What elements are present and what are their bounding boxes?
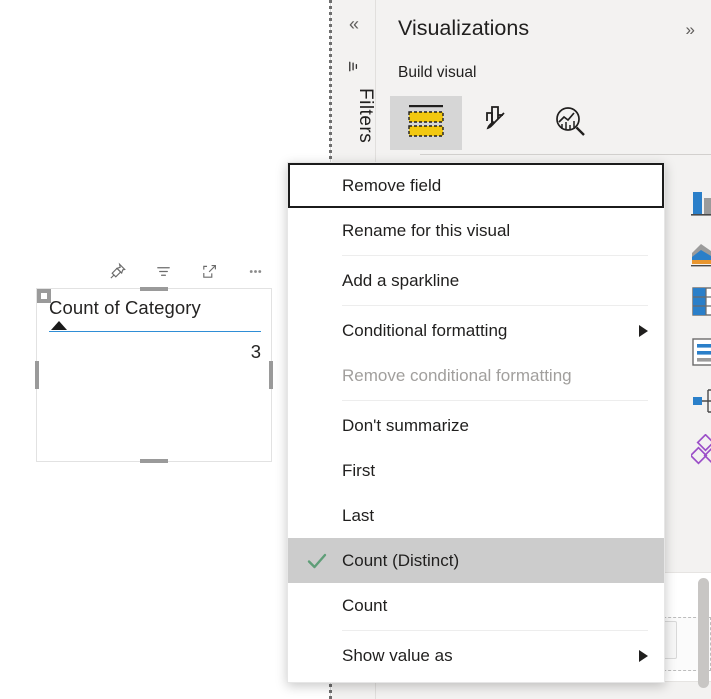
resize-handle-right[interactable] xyxy=(269,361,273,389)
tab-analytics[interactable] xyxy=(534,96,606,150)
field-context-menu[interactable]: Remove field Rename for this visual Add a … xyxy=(287,162,665,683)
resize-handle-bottom-right[interactable] xyxy=(37,289,51,303)
visual-header-toolbar[interactable] xyxy=(96,256,276,286)
viz-type-card[interactable] xyxy=(691,332,711,372)
page-title: Visualizations xyxy=(398,16,529,41)
menu-item-label: Add a sparkline xyxy=(342,271,459,291)
menu-item-don-t-summarize[interactable]: Don't summarize xyxy=(288,403,664,448)
table-cell-value: 3 xyxy=(49,341,261,363)
menu-item-label: Conditional formatting xyxy=(342,321,507,341)
menu-item-remove-field[interactable]: Remove field xyxy=(288,163,664,208)
menu-separator xyxy=(342,400,648,401)
build-visual-label: Build visual xyxy=(398,64,476,82)
menu-item-label: Rename for this visual xyxy=(342,221,510,241)
menu-item-first[interactable]: First xyxy=(288,448,664,493)
tab-strip-divider xyxy=(420,154,711,155)
pin-icon[interactable] xyxy=(104,258,130,284)
scrollbar-thumb[interactable] xyxy=(698,578,709,688)
menu-item-conditional-formatting[interactable]: Conditional formatting xyxy=(288,308,664,353)
filter-icon xyxy=(332,58,376,75)
filter-icon[interactable] xyxy=(150,258,176,284)
table-visual-content: Count of Category 3 xyxy=(49,297,261,363)
menu-item-label: Last xyxy=(342,506,374,526)
sort-ascending-icon[interactable] xyxy=(51,321,67,330)
report-canvas[interactable]: Count of Category 3 xyxy=(0,0,331,699)
visual-type-gallery[interactable] xyxy=(691,182,711,472)
viz-type-area-chart[interactable] xyxy=(691,232,711,272)
menu-item-count[interactable]: Count xyxy=(288,583,664,628)
menu-item-last[interactable]: Last xyxy=(288,493,664,538)
fields-table-icon xyxy=(404,100,448,147)
menu-separator xyxy=(342,305,648,306)
resize-handle-left[interactable] xyxy=(35,361,39,389)
table-column-header[interactable]: Count of Category xyxy=(49,297,261,319)
visualizations-tab-strip[interactable] xyxy=(390,92,710,154)
paintbrush-icon xyxy=(478,101,518,146)
check-icon xyxy=(306,551,328,571)
menu-item-add-a-sparkline[interactable]: Add a sparkline xyxy=(288,258,664,303)
menu-item-label: Count (Distinct) xyxy=(342,551,459,571)
viz-type-decomposition-tree[interactable] xyxy=(691,382,711,422)
menu-item-count-distinct[interactable]: Count (Distinct) xyxy=(288,538,664,583)
submenu-arrow-icon xyxy=(639,650,648,662)
menu-item-label: First xyxy=(342,461,375,481)
menu-item-label: Don't summarize xyxy=(342,416,469,436)
viz-type-clustered-column-chart[interactable] xyxy=(691,182,711,222)
menu-separator xyxy=(342,630,648,631)
menu-item-show-value-as[interactable]: Show value as xyxy=(288,633,664,678)
chevron-double-left-icon[interactable]: « xyxy=(332,14,376,35)
filters-pane-label: Filters xyxy=(332,88,376,143)
menu-item-label: Count xyxy=(342,596,387,616)
menu-item-label: Remove field xyxy=(342,176,441,196)
resize-handle-bottom[interactable] xyxy=(140,459,168,463)
tab-build-visual[interactable] xyxy=(390,96,462,150)
resize-handle-top[interactable] xyxy=(140,287,168,291)
menu-separator xyxy=(342,255,648,256)
menu-item-rename-for-this-visual[interactable]: Rename for this visual xyxy=(288,208,664,253)
submenu-arrow-icon xyxy=(639,325,648,337)
header-underline xyxy=(49,331,261,332)
chevron-double-right-icon[interactable]: » xyxy=(686,20,695,40)
table-visual[interactable]: Count of Category 3 xyxy=(36,288,272,462)
menu-item-label: Remove conditional formatting xyxy=(342,366,572,386)
tab-format-visual[interactable] xyxy=(462,96,534,150)
menu-item-label: Show value as xyxy=(342,646,453,666)
visualizations-pane-scrollbar[interactable] xyxy=(698,578,709,688)
menu-item-remove-conditional-formatting: Remove conditional formatting xyxy=(288,353,664,398)
more-options-icon[interactable] xyxy=(242,258,268,284)
focus-mode-icon[interactable] xyxy=(196,258,222,284)
viz-type-key-influencers[interactable] xyxy=(691,432,711,472)
viz-type-table[interactable] xyxy=(691,282,711,322)
analytics-magnifier-icon xyxy=(550,101,590,146)
